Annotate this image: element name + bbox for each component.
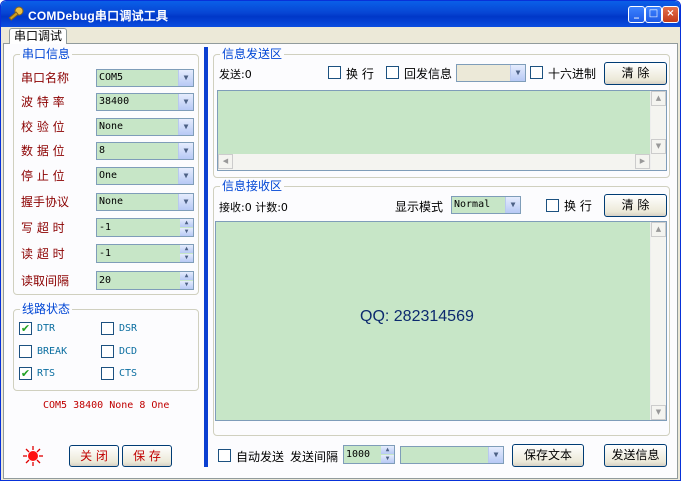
cts-label: CTS bbox=[119, 368, 138, 379]
parity-select[interactable]: None ▼ bbox=[96, 118, 194, 136]
send-wrap-label: 换 行 bbox=[346, 67, 374, 81]
maximize-button[interactable]: □ bbox=[645, 6, 662, 23]
read-timeout-label: 读 超 时 bbox=[21, 247, 65, 261]
dsr-label: DSR bbox=[119, 323, 138, 334]
chevron-down-icon[interactable]: ▼ bbox=[178, 143, 193, 159]
chevron-down-icon[interactable]: ▼ bbox=[510, 65, 525, 81]
break-checkbox[interactable] bbox=[19, 345, 32, 358]
scroll-down-icon[interactable]: ▼ bbox=[651, 405, 666, 420]
parity-label: 校 验 位 bbox=[21, 120, 65, 134]
data-bits-label: 数 据 位 bbox=[21, 144, 65, 158]
spin-down-icon[interactable]: ▼ bbox=[381, 455, 394, 463]
dtr-checkbox[interactable]: ✔ bbox=[19, 322, 32, 335]
display-mode-label: 显示模式 bbox=[395, 200, 444, 214]
write-timeout-label: 写 超 时 bbox=[21, 221, 65, 235]
chevron-down-icon[interactable]: ▼ bbox=[178, 168, 193, 184]
receive-content-text: QQ: 282314569 bbox=[360, 308, 474, 325]
rts-checkbox[interactable]: ✔ bbox=[19, 367, 32, 380]
send-interval-stepper[interactable]: 1000 ▲ ▼ bbox=[343, 445, 395, 464]
save-settings-button[interactable]: 保 存 bbox=[122, 445, 172, 467]
save-text-button[interactable]: 保存文本 bbox=[512, 444, 584, 467]
send-vscrollbar[interactable]: ▲ ▼ bbox=[650, 91, 666, 170]
spin-up-icon[interactable]: ▲ bbox=[180, 219, 193, 227]
break-label: BREAK bbox=[37, 346, 68, 357]
stop-bits-label: 停 止 位 bbox=[21, 169, 65, 183]
auto-send-checkbox[interactable] bbox=[218, 449, 231, 462]
cts-checkbox[interactable] bbox=[101, 367, 114, 380]
dsr-checkbox[interactable] bbox=[101, 322, 114, 335]
echo-checkbox[interactable] bbox=[386, 66, 399, 79]
scroll-down-icon[interactable]: ▼ bbox=[651, 139, 666, 154]
receive-vscrollbar[interactable]: ▲ ▼ bbox=[650, 222, 666, 420]
scroll-right-icon[interactable]: ▶ bbox=[635, 154, 650, 169]
title-bar[interactable]: COMDebug串口调试工具 _ □ × bbox=[1, 1, 680, 27]
spin-up-icon[interactable]: ▲ bbox=[180, 245, 193, 253]
send-interval-label: 发送间隔 bbox=[290, 450, 339, 464]
chevron-down-icon[interactable]: ▼ bbox=[178, 70, 193, 86]
send-clear-button[interactable]: 清 除 bbox=[604, 62, 667, 85]
spin-down-icon[interactable]: ▼ bbox=[180, 281, 193, 289]
receive-clear-button[interactable]: 清 除 bbox=[604, 194, 667, 217]
spin-up-icon[interactable]: ▲ bbox=[381, 446, 394, 454]
read-interval-label: 读取间隔 bbox=[21, 274, 70, 288]
echo-label: 回发信息 bbox=[404, 67, 453, 81]
send-history-select[interactable]: ▼ bbox=[400, 446, 504, 464]
minimize-button[interactable]: _ bbox=[628, 6, 645, 23]
app-wrench-icon bbox=[8, 6, 24, 21]
close-window-button[interactable]: × bbox=[662, 6, 679, 23]
app-window: COMDebug串口调试工具 _ □ × 串口调试 串口信息 串口名称 COM5… bbox=[0, 0, 681, 481]
hex-label: 十六进制 bbox=[548, 67, 597, 81]
receive-area-title: 信息接收区 bbox=[220, 179, 285, 193]
handshake-select[interactable]: None ▼ bbox=[96, 193, 194, 211]
serial-info-title: 串口信息 bbox=[20, 47, 73, 61]
read-interval-stepper[interactable]: 20 ▲ ▼ bbox=[96, 271, 194, 290]
scroll-up-icon[interactable]: ▲ bbox=[651, 222, 666, 237]
read-timeout-stepper[interactable]: -1 ▲ ▼ bbox=[96, 244, 194, 263]
dtr-label: DTR bbox=[37, 323, 56, 334]
write-timeout-stepper[interactable]: -1 ▲ ▼ bbox=[96, 218, 194, 237]
handshake-label: 握手协议 bbox=[21, 195, 70, 209]
chevron-down-icon[interactable]: ▼ bbox=[178, 194, 193, 210]
spin-up-icon[interactable]: ▲ bbox=[180, 272, 193, 280]
receive-textarea[interactable]: QQ: 282314569 ▲ ▼ bbox=[215, 221, 667, 421]
send-wrap-checkbox[interactable] bbox=[328, 66, 341, 79]
scroll-up-icon[interactable]: ▲ bbox=[651, 91, 666, 106]
port-status-text: COM5 38400 None 8 One bbox=[43, 400, 170, 411]
tab-serial-debug[interactable]: 串口调试 bbox=[9, 28, 67, 44]
send-info-button[interactable]: 发送信息 bbox=[604, 444, 667, 467]
baud-rate-label: 波 特 率 bbox=[21, 95, 65, 109]
chevron-down-icon[interactable]: ▼ bbox=[178, 119, 193, 135]
rts-label: RTS bbox=[37, 368, 56, 379]
port-name-label: 串口名称 bbox=[21, 71, 70, 85]
hex-checkbox[interactable] bbox=[530, 66, 543, 79]
receive-wrap-checkbox[interactable] bbox=[546, 199, 559, 212]
dcd-label: DCD bbox=[119, 346, 138, 357]
status-lamp-icon bbox=[23, 446, 43, 466]
data-bits-select[interactable]: 8 ▼ bbox=[96, 142, 194, 160]
send-hscrollbar[interactable]: ◀ ▶ bbox=[218, 154, 650, 170]
scroll-left-icon[interactable]: ◀ bbox=[218, 154, 233, 169]
auto-send-label: 自动发送 bbox=[236, 450, 285, 464]
close-port-button[interactable]: 关 闭 bbox=[69, 445, 119, 467]
send-textarea[interactable]: ▲ ▼ ◀ ▶ bbox=[217, 90, 667, 171]
window-title: COMDebug串口调试工具 bbox=[28, 9, 169, 23]
spin-down-icon[interactable]: ▼ bbox=[180, 228, 193, 236]
dcd-checkbox[interactable] bbox=[101, 345, 114, 358]
baud-rate-select[interactable]: 38400 ▼ bbox=[96, 93, 194, 111]
panel-divider[interactable] bbox=[204, 47, 208, 467]
spin-down-icon[interactable]: ▼ bbox=[180, 254, 193, 262]
port-name-select[interactable]: COM5 ▼ bbox=[96, 69, 194, 87]
line-status-title: 线路状态 bbox=[20, 302, 73, 316]
stop-bits-select[interactable]: One ▼ bbox=[96, 167, 194, 185]
send-area-title: 信息发送区 bbox=[220, 47, 285, 61]
chevron-down-icon[interactable]: ▼ bbox=[505, 197, 520, 213]
receive-count-text: 接收:0 计数:0 bbox=[219, 201, 288, 214]
chevron-down-icon[interactable]: ▼ bbox=[178, 94, 193, 110]
echo-select[interactable]: ▼ bbox=[456, 64, 526, 82]
receive-wrap-label: 换 行 bbox=[564, 199, 592, 213]
display-mode-select[interactable]: Normal ▼ bbox=[451, 196, 521, 214]
send-count-text: 发送:0 bbox=[219, 68, 252, 81]
chevron-down-icon[interactable]: ▼ bbox=[488, 447, 503, 463]
